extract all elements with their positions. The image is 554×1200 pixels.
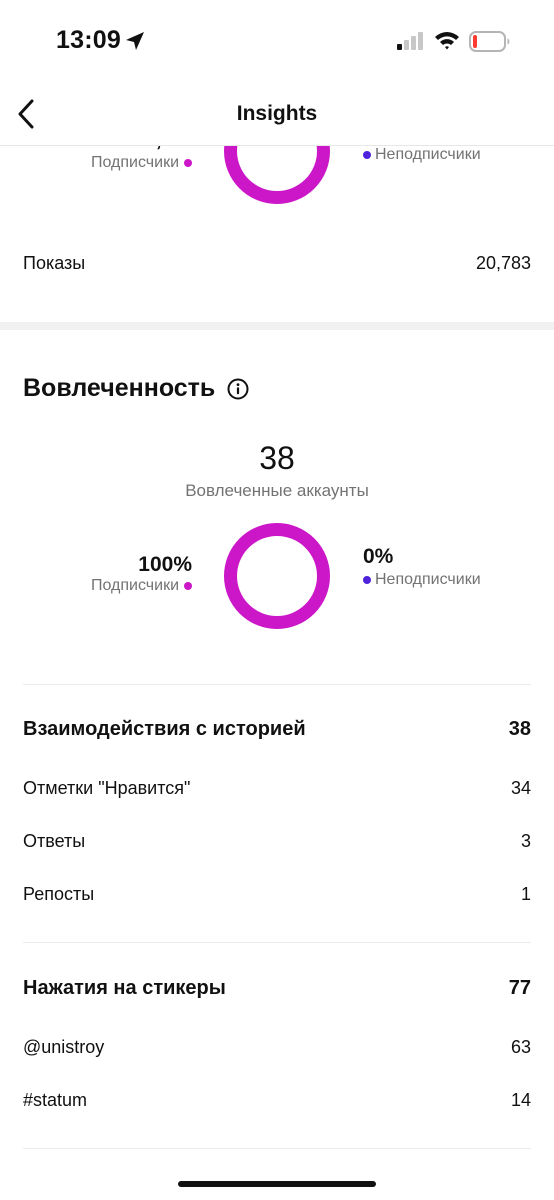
sticker-statum-value: 14 xyxy=(510,1089,531,1110)
engagement-nonfollowers-label: Неподписчики xyxy=(375,571,481,588)
likes-label: Отметки "Нравится" xyxy=(23,777,191,798)
insights-scroll-content[interactable]: 66,5% Подписчики Неподписчики Показы 20,… xyxy=(0,0,554,1200)
sticker-unistroy-value: 63 xyxy=(510,1036,531,1057)
nonfollowers-dot xyxy=(363,151,371,159)
sticker-statum-row: #statum 14 xyxy=(23,1087,531,1113)
engagement-donut-chart xyxy=(224,523,330,629)
wifi-icon xyxy=(434,30,460,55)
sticker-unistroy-label: @unistroy xyxy=(23,1036,105,1057)
status-bar: 13:09 xyxy=(0,0,554,82)
followers-dot xyxy=(184,581,192,590)
home-indicator[interactable] xyxy=(178,1181,376,1187)
reach-nonfollowers-label: Неподписчики xyxy=(375,146,481,163)
divider xyxy=(23,942,531,943)
impressions-label: Показы xyxy=(23,252,86,273)
replies-label: Ответы xyxy=(23,830,86,851)
likes-value: 34 xyxy=(510,777,531,798)
story-interactions-total: 38 xyxy=(508,717,531,740)
battery-low-icon xyxy=(469,31,511,58)
engaged-accounts-label: Вовлеченные аккаунты xyxy=(185,481,369,500)
reach-nonfollowers-legend: Неподписчики xyxy=(363,146,493,163)
impressions-row: Показы 20,783 xyxy=(23,250,531,276)
reach-followers-label: Подписчики xyxy=(90,154,179,171)
replies-row: Ответы 3 xyxy=(23,828,531,854)
nav-divider xyxy=(0,145,554,146)
sticker-unistroy-row: @unistroy 63 xyxy=(23,1034,531,1060)
engaged-accounts-value: 38 xyxy=(259,440,295,476)
engagement-followers-label: Подписчики xyxy=(90,577,179,594)
sticker-statum-label: #statum xyxy=(23,1089,88,1110)
divider xyxy=(23,684,531,685)
story-interactions-title: Взаимодействия с историей xyxy=(23,717,306,740)
engagement-nonfollowers-legend: 0% Неподписчики xyxy=(363,545,493,588)
engagement-followers-legend: 100% Подписчики xyxy=(91,553,192,594)
engagement-followers-pct: 100% xyxy=(138,553,192,576)
story-interactions-header: Взаимодействия с историей 38 xyxy=(23,716,531,742)
engagement-section-title: Вовлеченность xyxy=(23,374,249,403)
divider xyxy=(23,1148,531,1149)
shares-value: 1 xyxy=(520,883,531,904)
location-arrow-icon xyxy=(124,30,146,57)
navigation-bar: Insights xyxy=(0,82,554,146)
page-title: Insights xyxy=(236,102,318,125)
sticker-taps-header: Нажатия на стикеры 77 xyxy=(23,975,531,1001)
likes-row: Отметки "Нравится" 34 xyxy=(23,775,531,801)
engagement-nonfollowers-pct: 0% xyxy=(363,545,394,568)
shares-label: Репосты xyxy=(23,883,95,904)
shares-row: Репосты 1 xyxy=(23,881,531,907)
nonfollowers-dot xyxy=(363,576,371,584)
cellular-signal-icon xyxy=(397,32,425,55)
engagement-donut-block: 100% Подписчики 0% Неподписчики xyxy=(0,523,554,633)
sticker-taps-title: Нажатия на стикеры xyxy=(23,976,226,999)
section-separator xyxy=(0,322,554,330)
replies-value: 3 xyxy=(520,830,531,851)
sticker-taps-total: 77 xyxy=(508,976,531,999)
status-time: 13:09 xyxy=(56,26,121,54)
followers-dot xyxy=(184,158,192,167)
info-icon[interactable] xyxy=(227,378,249,400)
engagement-title-text: Вовлеченность xyxy=(23,374,216,402)
impressions-value: 20,783 xyxy=(475,252,531,273)
